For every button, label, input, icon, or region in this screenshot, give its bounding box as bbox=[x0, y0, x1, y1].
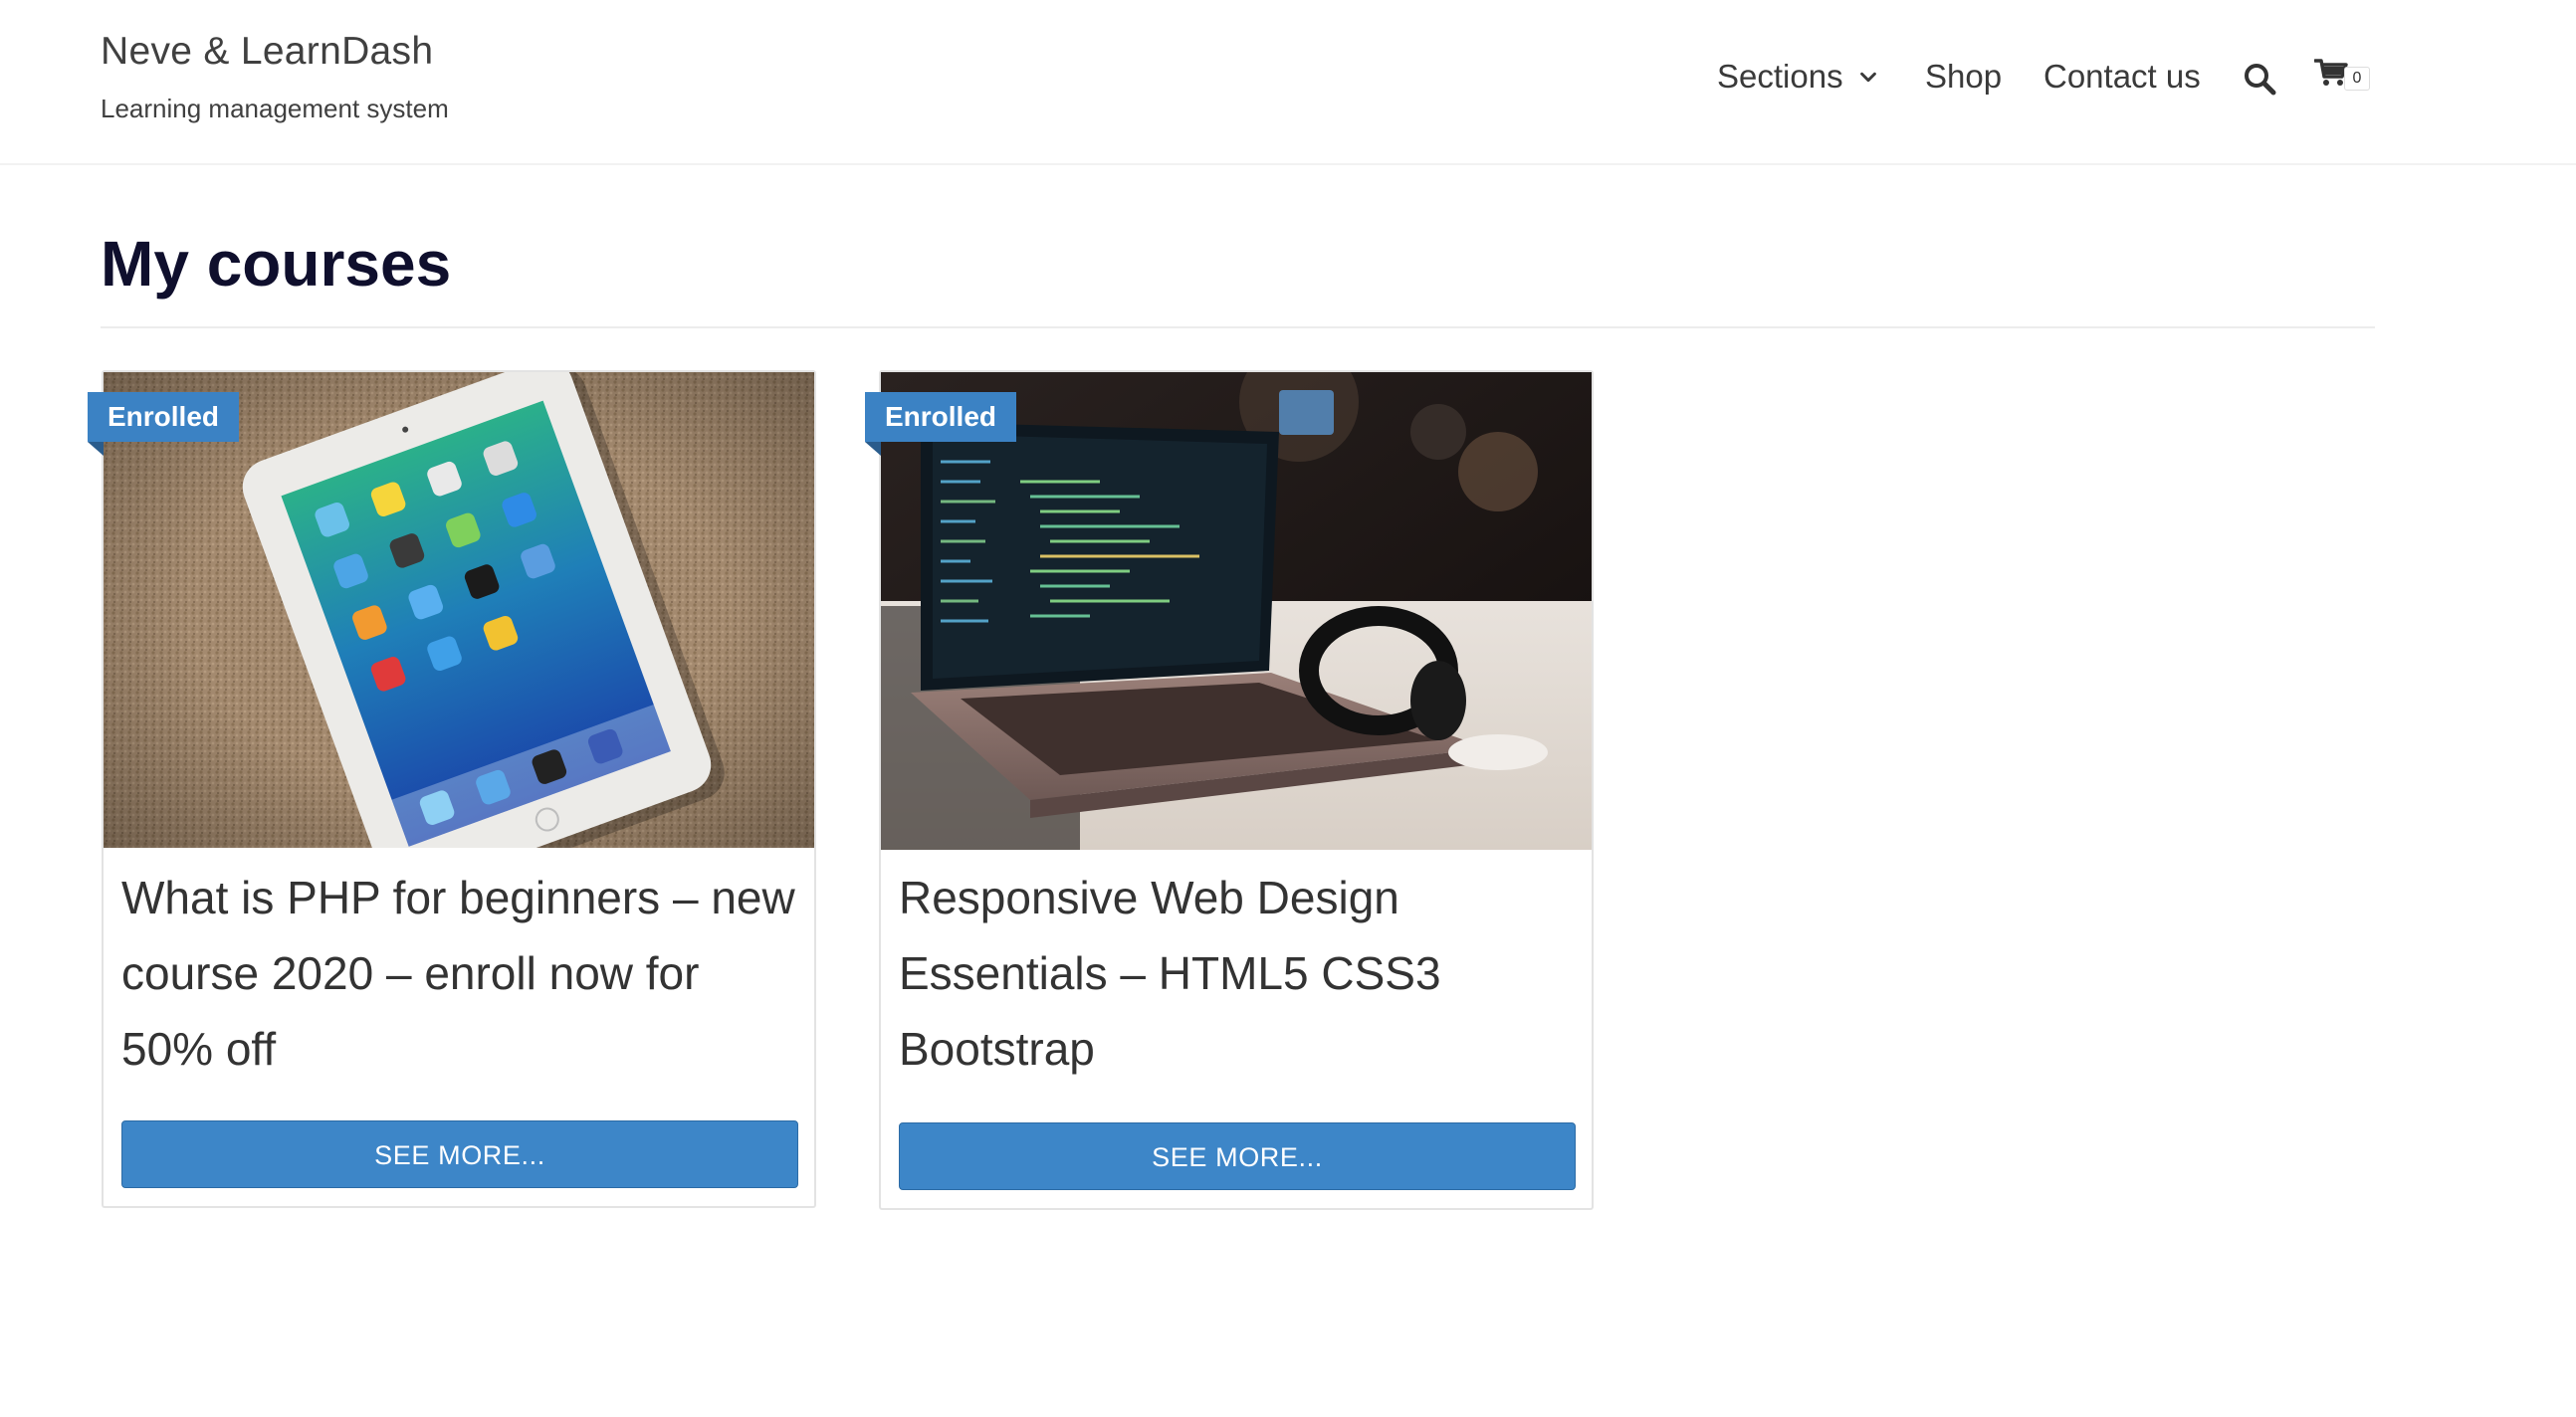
tablet-photo-image bbox=[104, 372, 814, 848]
enrolled-badge: Enrolled bbox=[865, 392, 1017, 442]
nav-item-shop[interactable]: Shop bbox=[1925, 52, 2002, 101]
laptop-photo-image bbox=[881, 372, 1592, 850]
site-tagline: Learning management system bbox=[101, 94, 449, 123]
course-thumbnail-laptop[interactable] bbox=[881, 372, 1592, 850]
ribbon-fold bbox=[865, 442, 881, 456]
nav-item-sections-label[interactable]: Sections bbox=[1717, 58, 1843, 96]
see-more-button[interactable]: SEE MORE... bbox=[121, 1120, 798, 1188]
enrolled-badge: Enrolled bbox=[88, 392, 240, 442]
cart-icon[interactable] bbox=[2314, 58, 2348, 88]
ribbon-fold bbox=[88, 442, 104, 456]
chevron-down-icon[interactable] bbox=[1857, 66, 1879, 88]
divider bbox=[101, 326, 2375, 328]
page-title: My courses bbox=[101, 228, 452, 300]
course-card: Enrolled What is PHP for beginners – new… bbox=[88, 370, 816, 1208]
nav-item-contact-label[interactable]: Contact us bbox=[2043, 58, 2201, 96]
search-icon[interactable] bbox=[2243, 62, 2276, 96]
cart-count-badge: 0 bbox=[2344, 67, 2370, 91]
cart-button[interactable]: 0 bbox=[2314, 58, 2370, 91]
course-title[interactable]: What is PHP for beginners – new course 2… bbox=[121, 860, 798, 1087]
course-thumbnail-tablet[interactable] bbox=[104, 372, 814, 848]
nav-item-shop-label[interactable]: Shop bbox=[1925, 58, 2002, 96]
course-title[interactable]: Responsive Web Design Essentials – HTML5… bbox=[899, 860, 1576, 1087]
site-header: Neve & LearnDash Learning management sys… bbox=[0, 0, 2576, 165]
site-title[interactable]: Neve & LearnDash bbox=[101, 30, 433, 74]
course-card: Enrolled Responsive Web Design Essential… bbox=[865, 370, 1594, 1210]
nav-item-sections[interactable]: Sections bbox=[1717, 52, 1879, 101]
see-more-button[interactable]: SEE MORE... bbox=[899, 1122, 1576, 1190]
nav-item-contact[interactable]: Contact us bbox=[2043, 52, 2201, 101]
